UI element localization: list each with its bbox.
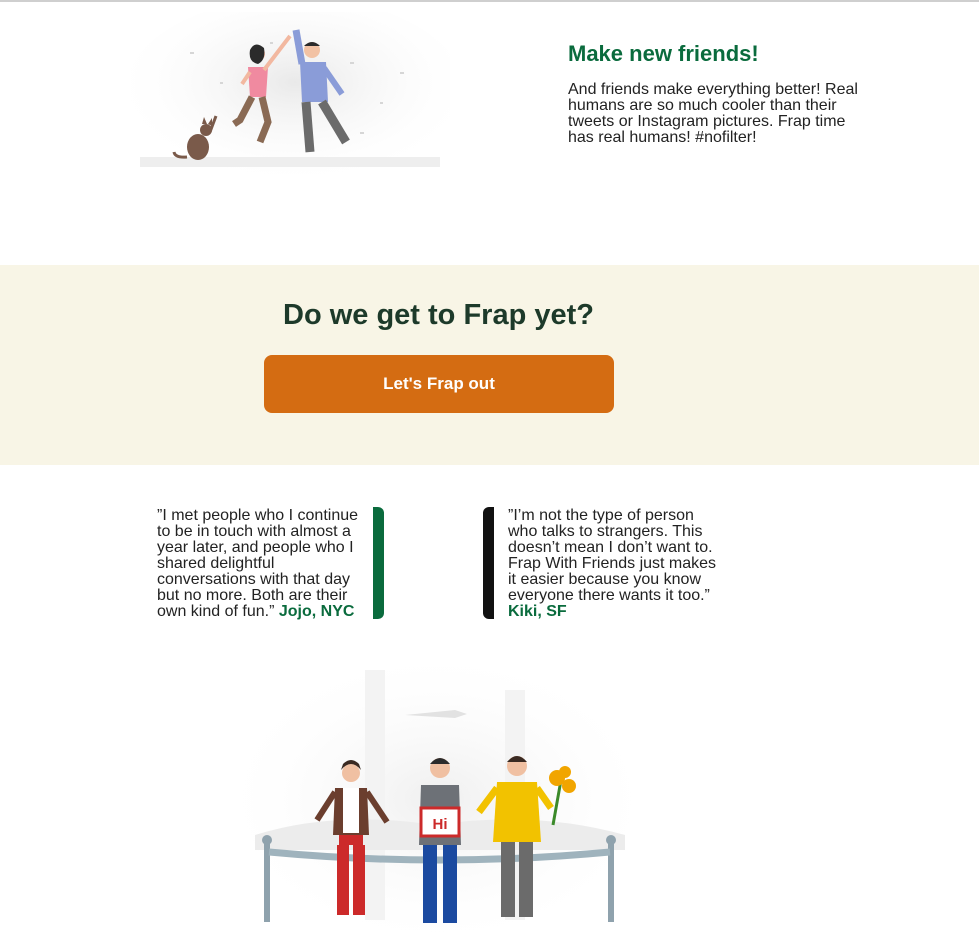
testimonial-author: Jojo, NYC bbox=[278, 603, 355, 620]
sign-text: Hi bbox=[433, 816, 448, 833]
friends-title: Make new friends! bbox=[568, 41, 759, 66]
testimonial-author: Kiki, SF bbox=[508, 603, 567, 620]
testimonial-quote: ”I’m not the type of person who talks to… bbox=[508, 507, 717, 604]
frap-out-button[interactable]: Let's Frap out bbox=[264, 355, 614, 413]
friends-description: And friends make everything better! Real… bbox=[568, 81, 858, 146]
top-divider bbox=[0, 0, 979, 2]
cta-section: Do we get to Frap yet? Let's Frap out bbox=[0, 265, 979, 465]
testimonial-1: ”I met people who I continue to be in to… bbox=[157, 508, 367, 620]
testimonial-accent-bar bbox=[373, 507, 384, 619]
testimonial-accent-bar bbox=[483, 507, 494, 619]
friends-high-five-illustration bbox=[130, 12, 450, 177]
airport-greeting-illustration: Hi bbox=[235, 660, 640, 938]
friends-text-block: Make new friends! And friends make every… bbox=[568, 40, 868, 146]
testimonial-2: ”I’m not the type of person who talks to… bbox=[508, 508, 723, 620]
cta-heading: Do we get to Frap yet? bbox=[283, 299, 594, 331]
